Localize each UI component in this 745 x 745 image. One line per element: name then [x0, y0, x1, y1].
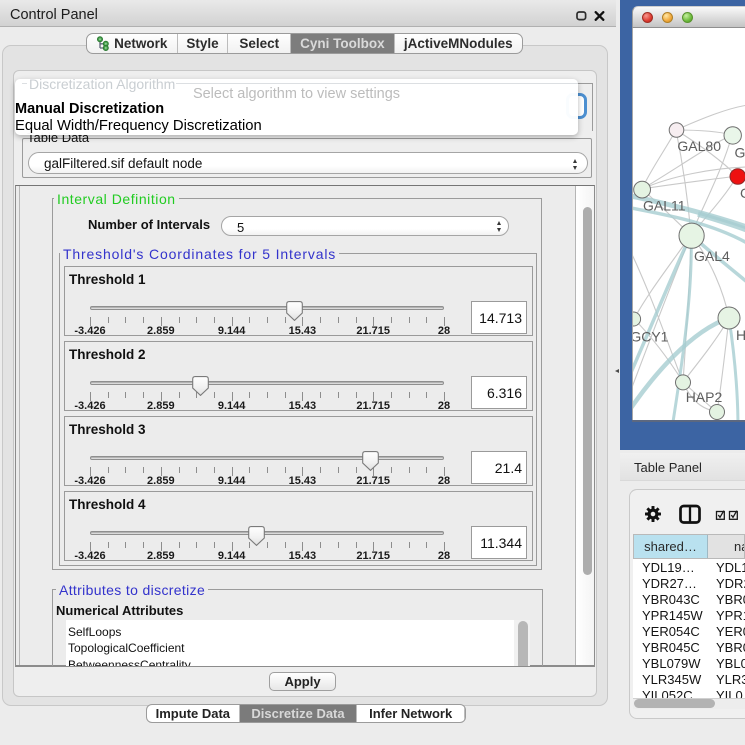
svg-text:HIS: HIS: [736, 327, 745, 343]
svg-text:GAL11: GAL11: [643, 198, 686, 214]
svg-text:GAL4: GAL4: [694, 248, 730, 264]
svg-text:GAL80: GAL80: [677, 138, 721, 154]
svg-text:GCY1: GCY1: [633, 329, 669, 345]
svg-text:GAL7: GAL7: [735, 145, 745, 161]
svg-text:CYC: CYC: [740, 185, 745, 201]
svg-text:HAP2: HAP2: [686, 389, 723, 405]
